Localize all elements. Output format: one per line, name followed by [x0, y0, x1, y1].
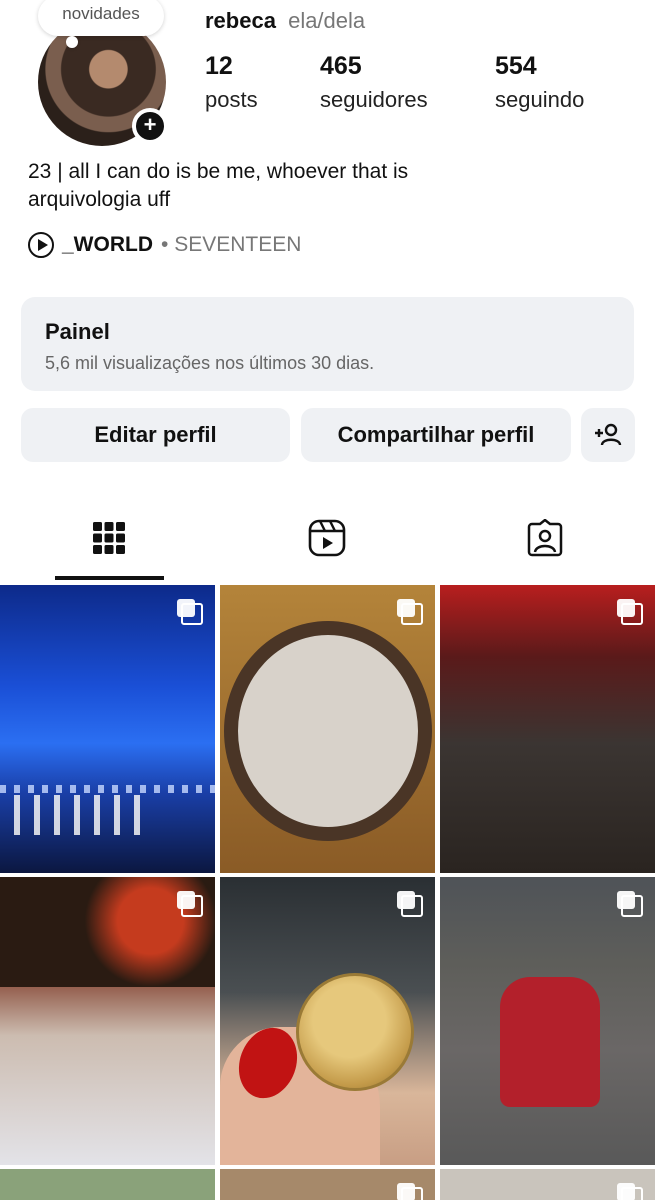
avatar-container[interactable]: + — [38, 18, 168, 146]
active-tab-indicator — [55, 576, 164, 580]
music-separator: • — [161, 233, 169, 256]
post-thumbnail[interactable] — [440, 585, 655, 873]
post-image-detail — [14, 795, 144, 835]
panel-subtitle: 5,6 mil visualizações nos últimos 30 dia… — [45, 353, 375, 373]
profile-name-row: rebeca ela/dela — [205, 8, 365, 34]
carousel-icon — [177, 599, 203, 625]
reels-icon — [308, 519, 346, 557]
carousel-icon — [397, 599, 423, 625]
post-image-detail — [296, 973, 414, 1091]
carousel-icon — [617, 1183, 643, 1200]
panel-title: Painel — [45, 319, 110, 344]
music-artist: SEVENTEEN — [174, 233, 302, 256]
post-thumbnail[interactable] — [440, 1169, 655, 1200]
post-thumbnail[interactable] — [0, 877, 215, 1165]
tab-tagged[interactable] — [525, 518, 565, 558]
stat-following[interactable]: 554 seguindo — [495, 52, 584, 113]
share-profile-button[interactable]: Compartilhar perfil — [301, 408, 571, 462]
stat-posts-label: posts — [205, 87, 258, 112]
carousel-icon — [397, 1183, 423, 1200]
note-text: novidades — [62, 4, 140, 23]
tagged-icon — [527, 519, 563, 557]
note-bubble-tail — [66, 36, 78, 48]
post-thumbnail[interactable] — [0, 1169, 215, 1200]
profile-music[interactable]: _WORLD • SEVENTEEN — [28, 232, 301, 258]
tab-reels[interactable] — [307, 518, 347, 558]
edit-profile-button[interactable]: Editar perfil — [21, 408, 290, 462]
stat-following-label: seguindo — [495, 87, 585, 112]
post-thumbnail[interactable] — [440, 877, 655, 1165]
post-thumbnail[interactable] — [220, 877, 435, 1165]
add-person-icon — [595, 423, 622, 446]
post-image-detail — [224, 621, 432, 841]
profile-name: rebeca — [205, 8, 276, 33]
add-story-icon[interactable]: + — [132, 108, 168, 144]
note-bubble[interactable]: novidades — [38, 0, 164, 36]
posts-grid — [0, 585, 655, 1200]
stat-followers[interactable]: 465 seguidores — [320, 52, 428, 113]
music-song: _WORLD — [62, 233, 153, 256]
carousel-icon — [177, 891, 203, 917]
post-image-detail — [500, 977, 600, 1107]
post-image-detail — [0, 785, 215, 793]
stat-followers-label: seguidores — [320, 87, 428, 112]
profile-tabs — [0, 500, 655, 582]
carousel-icon — [397, 891, 423, 917]
bio-line: arquivologia uff — [28, 188, 171, 211]
carousel-icon — [617, 599, 643, 625]
post-thumbnail[interactable] — [220, 585, 435, 873]
post-thumbnail[interactable] — [0, 585, 215, 873]
profile-stats: 12 posts 465 seguidores 554 seguindo — [205, 52, 645, 122]
post-thumbnail[interactable] — [220, 1169, 435, 1200]
grid-icon — [93, 522, 125, 554]
carousel-icon — [617, 891, 643, 917]
play-circle-icon — [28, 232, 54, 258]
discover-people-button[interactable] — [581, 408, 635, 462]
profile-bio: 23 | all I can do is be me, whoever that… — [28, 158, 408, 214]
dashboard-panel[interactable]: Painel 5,6 mil visualizações nos últimos… — [21, 297, 634, 391]
stat-following-count: 554 — [495, 52, 537, 80]
profile-pronouns: ela/dela — [288, 8, 366, 33]
tab-posts[interactable] — [89, 518, 129, 558]
stat-followers-count: 465 — [320, 52, 362, 80]
stat-posts-count: 12 — [205, 52, 233, 80]
stat-posts[interactable]: 12 posts — [205, 52, 258, 113]
bio-line: 23 | all I can do is be me, whoever that… — [28, 160, 409, 183]
